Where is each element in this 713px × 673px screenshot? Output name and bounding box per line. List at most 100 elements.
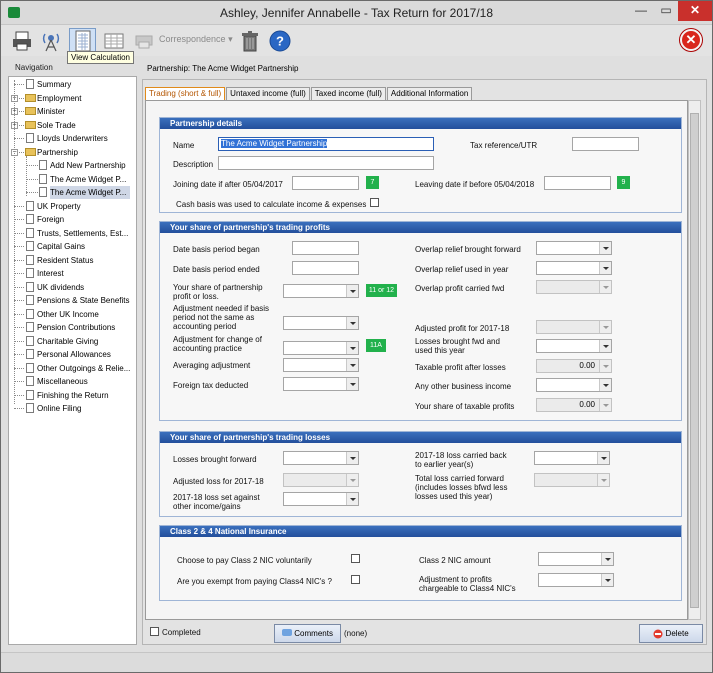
adj-change-dropdown[interactable] xyxy=(283,341,359,355)
foreign-tax-dropdown[interactable] xyxy=(283,377,359,391)
tree-connector xyxy=(26,165,38,166)
document-icon xyxy=(26,214,34,224)
nav-item-uk-dividends[interactable]: UK dividends xyxy=(37,281,84,294)
total-loss-cf-dropdown xyxy=(534,473,610,487)
nav-item-partnership[interactable]: Partnership xyxy=(37,146,78,159)
tab-taxed-income[interactable]: Taxed income (full) xyxy=(310,87,386,100)
document-icon xyxy=(26,376,34,386)
overlap-bf-dropdown[interactable] xyxy=(536,241,612,255)
nav-item-miscellaneous[interactable]: Miscellaneous xyxy=(37,375,88,388)
taxable-after-losses-value: 0.00 xyxy=(579,361,595,370)
basis-ended-label: Date basis period ended xyxy=(173,265,260,274)
other-business-dropdown[interactable] xyxy=(536,378,612,392)
document-icon xyxy=(26,362,34,373)
delete-return-button[interactable] xyxy=(237,28,263,54)
nav-item-finishing-the-return[interactable]: Finishing the Return xyxy=(37,389,109,402)
open-folder-icon xyxy=(25,147,36,156)
overlap-cf-dropdown xyxy=(536,280,612,294)
nav-item-acme-widget-1[interactable]: The Acme Widget P... xyxy=(50,173,126,186)
class2-amount-label: Class 2 NIC amount xyxy=(419,556,491,565)
nav-item-sole-trade[interactable]: Sole Trade xyxy=(37,119,76,132)
nav-item-trusts[interactable]: Trusts, Settlements, Est... xyxy=(37,227,128,240)
description-field[interactable] xyxy=(218,156,434,170)
nav-item-foreign[interactable]: Foreign xyxy=(37,213,64,226)
nav-item-pensions-state-benefits[interactable]: Pensions & State Benefits xyxy=(37,294,130,307)
exit-button[interactable]: ✕ xyxy=(680,29,702,51)
share-profit-dropdown[interactable] xyxy=(283,284,359,298)
tree-connector xyxy=(14,327,24,328)
overlap-used-dropdown[interactable] xyxy=(536,261,612,275)
vertical-scrollbar[interactable] xyxy=(688,100,701,620)
form-footer: Completed Comments (none) Delete xyxy=(145,621,705,643)
nav-item-resident-status[interactable]: Resident Status xyxy=(37,254,93,267)
trading-profits-section: Your share of partnership's trading prof… xyxy=(159,221,682,421)
status-bar xyxy=(1,652,712,672)
folder-icon xyxy=(25,107,36,115)
tree-connector xyxy=(14,232,24,234)
leaving-date-field[interactable] xyxy=(544,176,611,190)
window-close-button[interactable]: ✕ xyxy=(678,1,712,21)
losses-bf-dropdown[interactable] xyxy=(283,451,359,465)
help-button[interactable]: ? xyxy=(267,28,293,54)
cash-basis-label: Cash basis was used to calculate income … xyxy=(176,200,367,209)
nav-item-employment[interactable]: Employment xyxy=(37,92,81,105)
minimize-button[interactable]: — xyxy=(629,1,653,21)
nav-item-interest[interactable]: Interest xyxy=(37,267,64,280)
tab-untaxed-income[interactable]: Untaxed income (full) xyxy=(226,87,310,100)
loss-carried-back-dropdown[interactable] xyxy=(534,451,610,465)
averaging-dropdown[interactable] xyxy=(283,358,359,372)
name-field[interactable]: The Acme Widget Partnership xyxy=(218,137,434,151)
delete-button[interactable]: Delete xyxy=(639,624,703,643)
chevron-down-icon xyxy=(601,574,613,586)
nav-item-add-new-partnership[interactable]: Add New Partnership xyxy=(50,159,126,172)
completed-checkbox[interactable] xyxy=(150,627,159,636)
nav-item-uk-property[interactable]: UK Property xyxy=(37,200,81,213)
nav-item-other-outgoings[interactable]: Other Outgoings & Relie... xyxy=(37,362,130,375)
adjusted-profit-dropdown xyxy=(536,320,612,334)
nav-item-charitable-giving[interactable]: Charitable Giving xyxy=(37,335,98,348)
document-icon xyxy=(26,268,34,278)
scrollbar-thumb[interactable] xyxy=(690,113,699,608)
basis-ended-field[interactable] xyxy=(292,261,359,275)
nav-item-other-uk-income[interactable]: Other UK Income xyxy=(37,308,99,321)
document-icon xyxy=(26,133,34,143)
adjustment-class4-dropdown[interactable] xyxy=(538,573,614,587)
nav-item-minister[interactable]: Minister xyxy=(37,105,65,118)
class2-amount-dropdown[interactable] xyxy=(538,552,614,566)
loss-set-against-dropdown[interactable] xyxy=(283,492,359,506)
tree-connector xyxy=(14,340,24,342)
nav-item-personal-allowances[interactable]: Personal Allowances xyxy=(37,348,111,361)
document-icon xyxy=(26,241,34,251)
tree-branch xyxy=(26,155,27,196)
comments-button[interactable]: Comments xyxy=(274,624,341,643)
print-button[interactable] xyxy=(9,28,35,54)
trash-icon xyxy=(242,31,258,52)
joining-date-field[interactable] xyxy=(292,176,359,190)
choose-class2-checkbox[interactable] xyxy=(351,554,360,563)
name-value: The Acme Widget Partnership xyxy=(221,139,328,148)
submit-online-button[interactable] xyxy=(38,28,64,54)
utr-field[interactable] xyxy=(572,137,639,151)
adjusted-profit-label: Adjusted profit for 2017-18 xyxy=(415,324,510,333)
document-icon xyxy=(26,227,34,238)
chevron-down-icon xyxy=(599,379,611,391)
tab-additional-information[interactable]: Additional Information xyxy=(386,87,473,100)
tab-trading[interactable]: Trading (short & full) xyxy=(145,87,226,101)
basis-began-field[interactable] xyxy=(292,241,359,255)
leaving-date-label: Leaving date if before 05/04/2018 xyxy=(415,180,535,189)
nav-item-pension-contributions[interactable]: Pension Contributions xyxy=(37,321,115,334)
adj-basis-dropdown[interactable] xyxy=(283,316,359,330)
correspondence-menu[interactable]: Correspondence ▾ xyxy=(159,34,233,45)
nav-item-summary[interactable]: Summary xyxy=(37,78,71,91)
print-preview-icon xyxy=(135,35,153,49)
document-icon xyxy=(26,335,34,346)
nav-item-capital-gains[interactable]: Capital Gains xyxy=(37,240,85,253)
cash-basis-checkbox[interactable] xyxy=(370,198,379,207)
maximize-button[interactable]: ▭ xyxy=(655,1,677,21)
nav-item-online-filing[interactable]: Online Filing xyxy=(37,402,81,415)
nav-item-lloyds-underwriters[interactable]: Lloyds Underwriters xyxy=(37,132,108,145)
exempt-class4-checkbox[interactable] xyxy=(351,575,360,584)
nav-item-acme-widget-2[interactable]: The Acme Widget P... xyxy=(50,186,130,199)
chevron-down-icon xyxy=(346,493,358,505)
losses-bf-used-dropdown[interactable] xyxy=(536,339,612,353)
